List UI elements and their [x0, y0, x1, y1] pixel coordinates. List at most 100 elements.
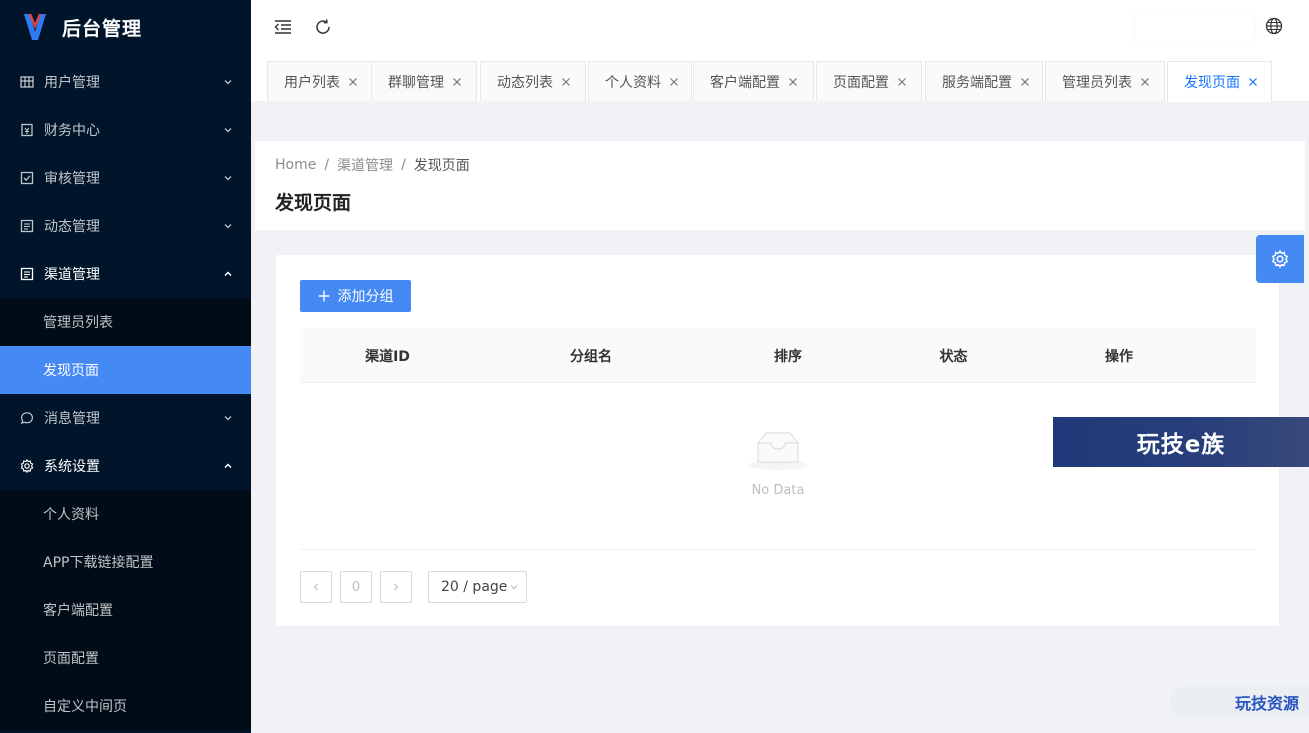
add-group-button[interactable]: 添加分组 — [300, 280, 411, 312]
breadcrumb-home[interactable]: Home — [275, 157, 316, 173]
chevron-down-icon — [223, 125, 233, 135]
tab-3[interactable]: 动态列表 — [480, 61, 586, 101]
tab-6[interactable]: 页面配置 — [816, 61, 922, 101]
logo-icon — [24, 13, 46, 40]
tab-label: 发现页面 — [1184, 75, 1240, 91]
file-text-icon — [20, 219, 34, 233]
column-header-actions[interactable]: 操作 — [1038, 328, 1200, 383]
add-group-label: 添加分组 — [337, 289, 394, 305]
pagination: 0 20 / page — [300, 571, 527, 603]
chevron-left-icon — [313, 583, 318, 591]
app-title: 后台管理 — [62, 17, 143, 40]
message-icon — [20, 411, 34, 425]
sidebar: 后台管理 用户管理 财务中心 审核管理 动态管理 渠道管理 管理员列表 发现页面… — [0, 0, 251, 733]
tab-label: 动态列表 — [497, 74, 553, 91]
channels-submenu: 管理员列表 发现页面 — [0, 298, 251, 394]
next-page-button[interactable] — [380, 571, 412, 603]
tab-label: 客户端配置 — [710, 74, 780, 91]
page-header: Home / 渠道管理 / 发现页面 发现页面 — [255, 141, 1305, 230]
watermark-banner: 玩技e族 — [1053, 417, 1309, 467]
close-icon[interactable] — [897, 77, 907, 87]
breadcrumb-separator: / — [324, 157, 330, 173]
check-square-icon — [20, 171, 34, 185]
sidebar-item-label: 渠道管理 — [44, 267, 100, 283]
sidebar-item-moments[interactable]: 动态管理 — [0, 202, 251, 250]
tab-label: 个人资料 — [605, 74, 661, 91]
prev-page-button[interactable] — [300, 571, 332, 603]
close-icon[interactable] — [348, 77, 358, 87]
tab-label: 页面配置 — [833, 74, 889, 91]
tab-9[interactable]: 发现页面 — [1167, 61, 1272, 102]
breadcrumb: Home / 渠道管理 / 发现页面 — [275, 155, 1285, 175]
page-size-value: 20 / page — [441, 579, 508, 595]
sidebar-item-users[interactable]: 用户管理 — [0, 58, 251, 106]
column-header-status[interactable]: 状态 — [869, 328, 1038, 383]
sidebar-item-settings[interactable]: 系统设置 — [0, 442, 251, 490]
sidebar-item-label: 消息管理 — [44, 411, 100, 427]
sidebar-item-finance[interactable]: 财务中心 — [0, 106, 251, 154]
sidebar-item-channels[interactable]: 渠道管理 — [0, 250, 251, 298]
sidebar-item-app-download[interactable]: APP下载链接配置 — [0, 538, 251, 586]
gear-icon — [20, 459, 34, 473]
close-icon[interactable] — [1020, 77, 1030, 87]
gear-icon — [1271, 250, 1289, 268]
chevron-up-icon — [223, 269, 233, 279]
sidebar-item-discover-page[interactable]: 发现页面 — [0, 346, 251, 394]
column-header-sort[interactable]: 排序 — [707, 328, 869, 383]
chevron-right-icon — [394, 583, 399, 591]
sidebar-item-custom-page[interactable]: 自定义中间页 — [0, 682, 251, 730]
close-icon[interactable] — [788, 77, 798, 87]
breadcrumb-channels[interactable]: 渠道管理 — [337, 155, 393, 175]
sidebar-item-label: 用户管理 — [44, 75, 100, 91]
chevron-down-icon — [223, 77, 233, 87]
tab-1[interactable]: 用户列表 — [267, 61, 372, 101]
close-icon[interactable] — [452, 77, 462, 87]
column-header-group-name[interactable]: 分组名 — [475, 328, 707, 383]
chevron-up-icon — [223, 461, 233, 471]
logo[interactable]: 后台管理 — [0, 0, 251, 54]
column-header-channel-id[interactable]: 渠道ID — [300, 328, 475, 383]
tab-7[interactable]: 服务端配置 — [925, 61, 1043, 101]
sidebar-item-admin-list[interactable]: 管理员列表 — [0, 298, 251, 346]
chevron-down-icon — [223, 173, 233, 183]
chevron-down-icon — [223, 413, 233, 423]
sidebar-item-profile[interactable]: 个人资料 — [0, 490, 251, 538]
globe-icon[interactable] — [1265, 17, 1285, 37]
tab-label: 管理员列表 — [1062, 74, 1132, 91]
sidebar-item-review[interactable]: 审核管理 — [0, 154, 251, 202]
tab-label: 服务端配置 — [942, 74, 1012, 91]
sidebar-item-client-config[interactable]: 客户端配置 — [0, 586, 251, 634]
close-icon[interactable] — [669, 77, 679, 87]
sidebar-item-page-config[interactable]: 页面配置 — [0, 634, 251, 682]
chevron-down-icon — [509, 582, 519, 592]
tab-label: 群聊管理 — [388, 74, 444, 91]
top-header — [251, 0, 1309, 54]
empty-inbox-icon — [748, 432, 808, 470]
settings-drawer-button[interactable] — [1256, 235, 1304, 283]
tab-label: 用户列表 — [284, 74, 340, 91]
page-number[interactable]: 0 — [340, 571, 372, 603]
table-icon — [20, 75, 34, 89]
tab-2[interactable]: 群聊管理 — [371, 61, 477, 101]
close-icon[interactable] — [1140, 77, 1150, 87]
tab-bar: 用户列表 群聊管理 动态列表 个人资料 客户端配置 页面配置 服务端配置 管理员列表 发现页面 — [251, 54, 1309, 102]
file-text-icon — [20, 267, 34, 281]
header-search-box[interactable] — [1136, 12, 1254, 44]
sidebar-item-messages[interactable]: 消息管理 — [0, 394, 251, 442]
tab-5[interactable]: 客户端配置 — [693, 61, 814, 101]
close-icon[interactable] — [561, 77, 571, 87]
tab-4[interactable]: 个人资料 — [588, 61, 692, 101]
settings-submenu: 个人资料 APP下载链接配置 客户端配置 页面配置 自定义中间页 — [0, 490, 251, 730]
tab-8[interactable]: 管理员列表 — [1045, 61, 1165, 101]
table-header: 渠道ID 分组名 排序 状态 操作 — [300, 328, 1256, 383]
chevron-down-icon — [223, 221, 233, 231]
sidebar-item-label: 财务中心 — [44, 123, 100, 139]
wallet-icon — [20, 123, 34, 137]
page-size-select[interactable]: 20 / page — [428, 571, 527, 603]
sidebar-item-label: 审核管理 — [44, 171, 100, 187]
menu-fold-icon[interactable] — [273, 17, 293, 37]
empty-text: No Data — [751, 483, 805, 498]
close-icon[interactable] — [1248, 77, 1258, 87]
sidebar-item-label: 系统设置 — [44, 459, 100, 475]
reload-icon[interactable] — [313, 17, 333, 37]
